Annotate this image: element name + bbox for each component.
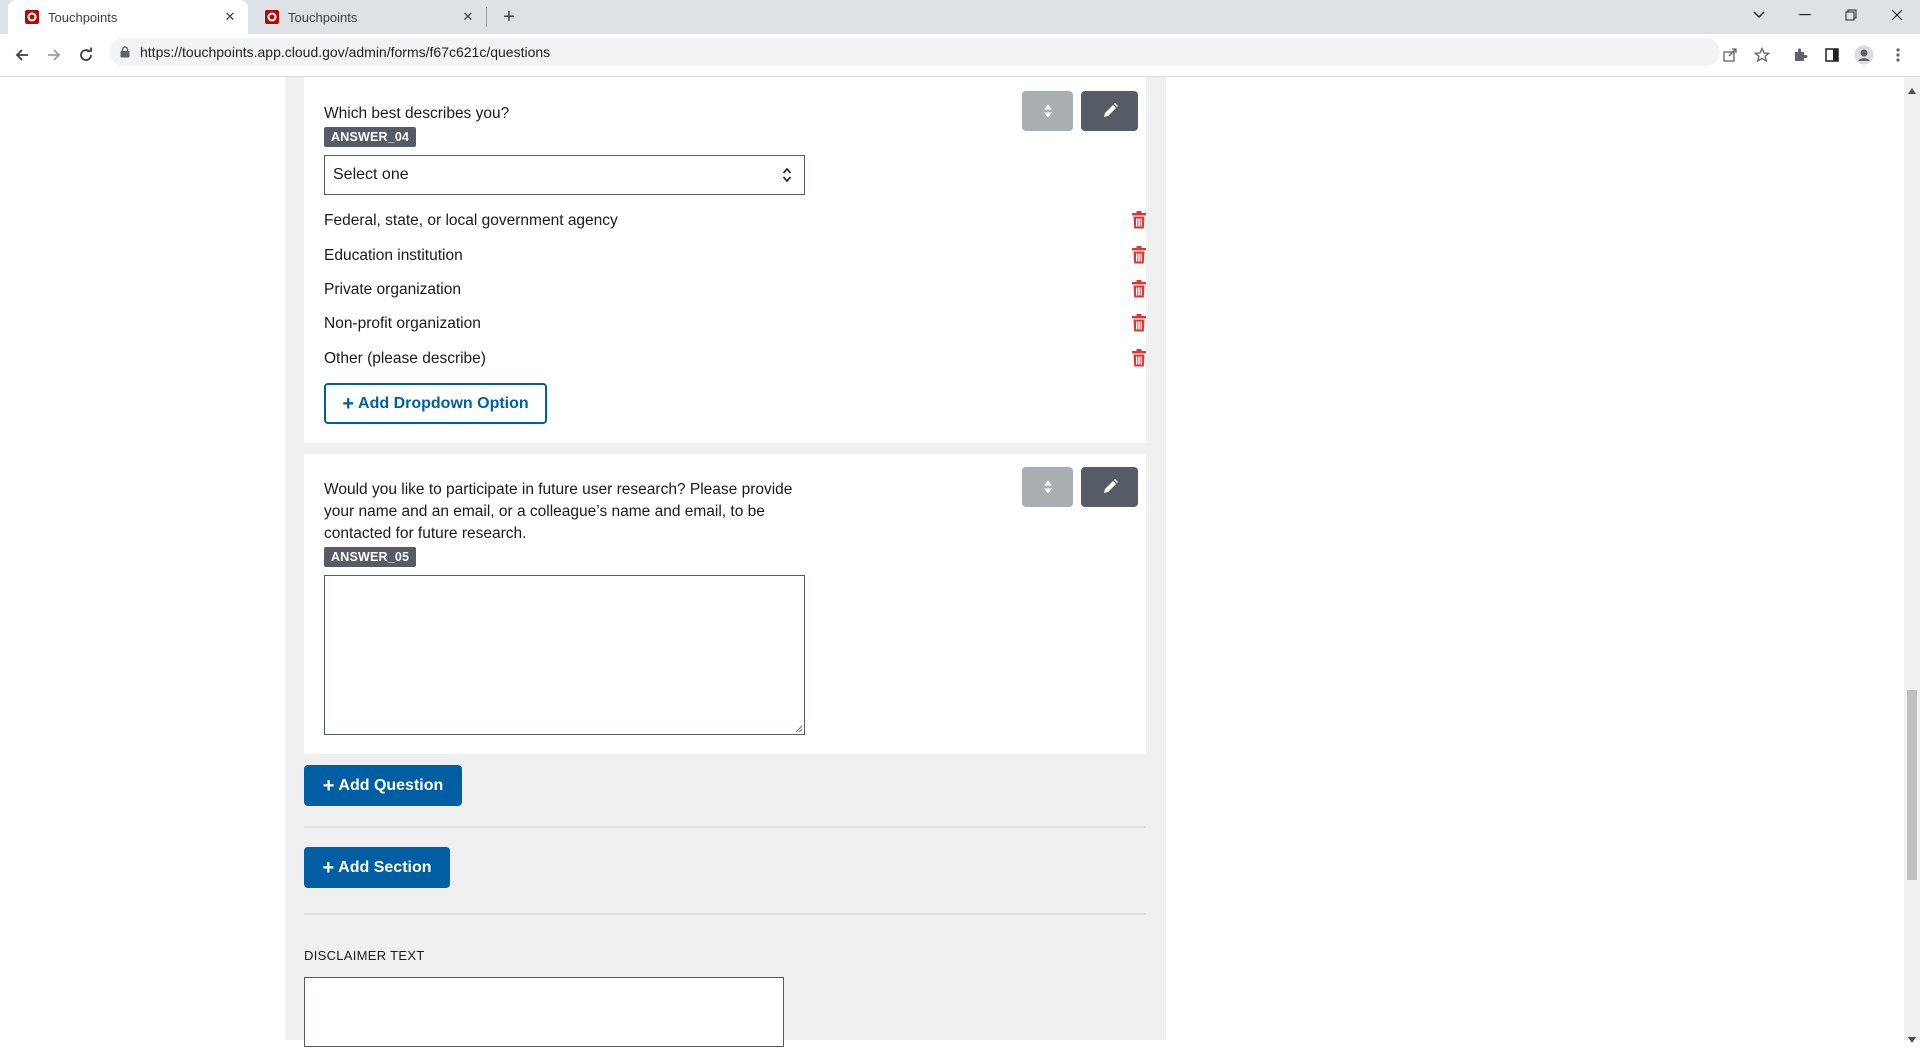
answer-field-tag: ANSWER_04 [324, 127, 417, 147]
add-question-label: Add Question [338, 776, 444, 794]
touchpoints-favicon-icon [24, 9, 40, 25]
dropdown-option: Private organization [324, 281, 461, 298]
move-icon [1043, 480, 1052, 494]
add-question-button[interactable]: + Add Question [304, 765, 462, 806]
disclaimer-label: DISCLAIMER TEXT [304, 948, 425, 963]
trash-icon[interactable] [1131, 211, 1147, 229]
dropdown-option: Education institution [324, 247, 463, 264]
scroll-down-arrow-icon[interactable] [1908, 1030, 1916, 1048]
touchpoints-favicon-icon [264, 9, 280, 25]
new-tab-plus-icon[interactable]: + [497, 5, 521, 29]
dropdown-select-value: Select one [333, 166, 409, 183]
close-icon[interactable]: ✕ [460, 9, 476, 25]
dropdown-option: Non-profit organization [324, 315, 481, 332]
question-text-line: your name and an email, or a colleague’s… [324, 503, 765, 520]
star-icon[interactable] [1748, 41, 1776, 69]
plus-icon: + [342, 392, 355, 415]
tab-title: Touchpoints [288, 9, 358, 25]
restore-icon[interactable] [1828, 0, 1874, 30]
tab-strip: Touchpoints ✕ Touchpoints ✕ + [0, 0, 1920, 34]
scrollbar-thumb[interactable] [1907, 690, 1917, 880]
answer-field-tag: ANSWER_05 [324, 547, 417, 567]
dropdown-option: Other (please describe) [324, 350, 486, 367]
close-icon[interactable]: ✕ [222, 9, 238, 25]
profile-icon[interactable] [1850, 41, 1878, 69]
trash-icon[interactable] [1131, 246, 1147, 264]
tab-search-chevron-icon[interactable] [1736, 0, 1782, 30]
lock-icon[interactable] [120, 46, 130, 58]
select-arrows-icon [782, 166, 792, 189]
tab-touchpoints[interactable]: Touchpoints ✕ [248, 0, 486, 34]
move-question-button[interactable] [1022, 91, 1073, 131]
section-divider [304, 913, 1146, 915]
url-text: https://touchpoints.app.cloud.gov/admin/… [140, 44, 551, 60]
extensions-icon[interactable] [1786, 41, 1814, 69]
reload-icon[interactable] [72, 41, 100, 69]
question-text: Which best describes you? [324, 105, 510, 122]
browser-toolbar: https://touchpoints.app.cloud.gov/admin/… [0, 34, 1920, 77]
answer-textarea[interactable] [324, 575, 805, 735]
add-dropdown-option-label: Add Dropdown Option [358, 394, 529, 412]
share-icon[interactable] [1716, 41, 1744, 69]
forward-icon[interactable] [40, 41, 68, 69]
move-icon [1043, 104, 1052, 118]
tab-touchpoints-active[interactable]: Touchpoints ✕ [8, 0, 248, 34]
pencil-icon [1103, 103, 1118, 117]
dropdown-option: Federal, state, or local government agen… [324, 212, 618, 229]
edit-question-button[interactable] [1081, 467, 1138, 507]
address-bar[interactable]: https://touchpoints.app.cloud.gov/admin/… [110, 38, 1720, 66]
add-dropdown-option-button[interactable]: + Add Dropdown Option [324, 383, 547, 424]
section-divider [304, 826, 1146, 828]
minimize-icon[interactable] [1782, 0, 1828, 30]
back-icon[interactable] [8, 41, 36, 69]
add-section-button[interactable]: + Add Section [304, 847, 450, 888]
scroll-up-arrow-icon[interactable] [1908, 81, 1916, 99]
sidepanel-icon[interactable] [1818, 41, 1846, 69]
pencil-icon [1103, 479, 1118, 493]
tab-title: Touchpoints [48, 9, 118, 25]
trash-icon[interactable] [1131, 349, 1147, 367]
menu-icon[interactable] [1884, 41, 1912, 69]
edit-question-button[interactable] [1081, 91, 1138, 131]
question-text-line: Would you like to participate in future … [324, 481, 793, 498]
move-question-button[interactable] [1022, 467, 1073, 507]
page-scrollbar[interactable] [1904, 77, 1920, 1043]
trash-icon[interactable] [1131, 314, 1147, 332]
question-text-line: contacted for future research. [324, 525, 527, 542]
dropdown-select[interactable]: Select one [324, 155, 805, 195]
disclaimer-textarea[interactable] [304, 977, 784, 1047]
question-text: Would you like to participate in future … [324, 479, 844, 545]
tab-divider [486, 7, 487, 27]
plus-icon: + [322, 856, 335, 879]
add-section-label: Add Section [338, 858, 432, 876]
resize-handle-icon [795, 725, 803, 733]
plus-icon: + [322, 774, 335, 797]
trash-icon[interactable] [1131, 280, 1147, 298]
close-window-icon[interactable] [1874, 0, 1920, 30]
